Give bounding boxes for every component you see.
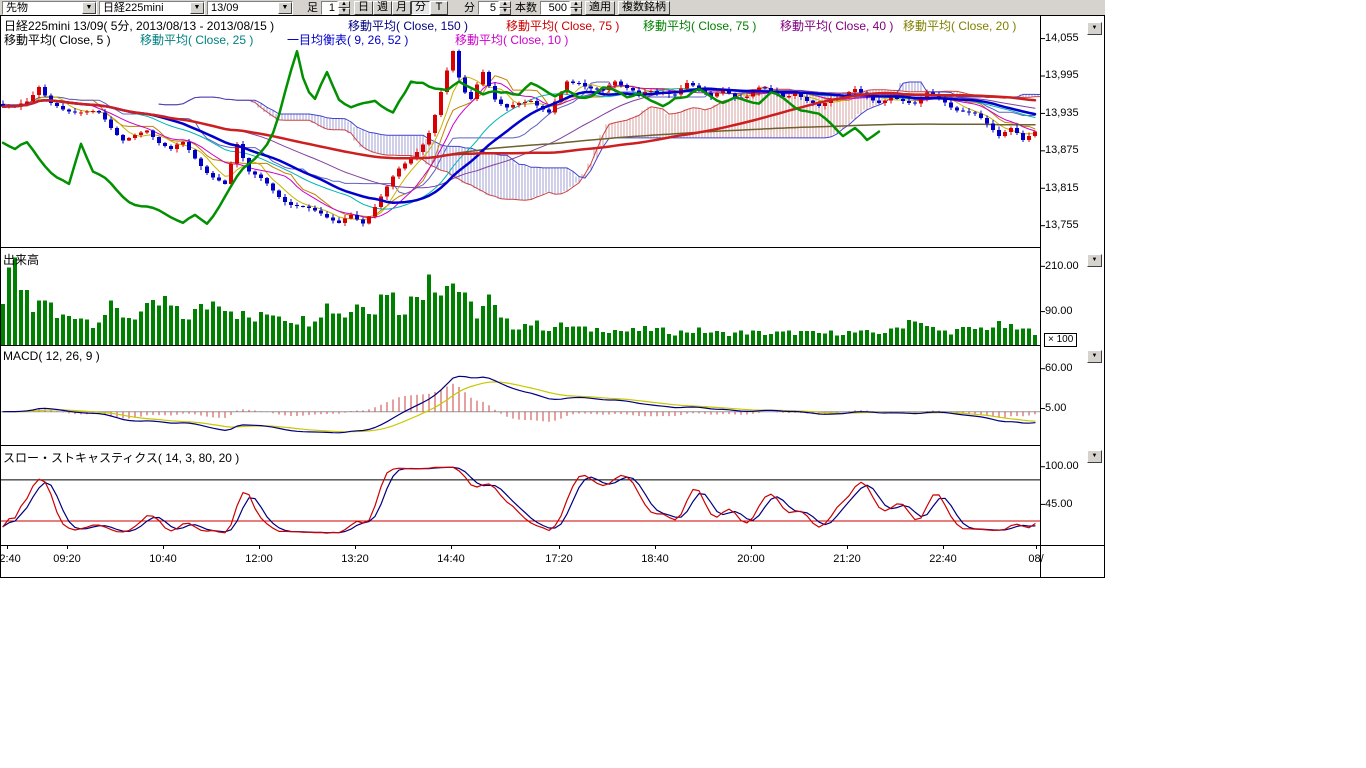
screen: 先物 ▼ 日経225mini ▼ 13/09 ▼ 足 1 ▲▼ 日週月分T 分 … (0, 0, 1366, 768)
contract-month-value: 13/09 (208, 2, 278, 14)
legend-item: 移動平均( Close, 10 ) (455, 34, 568, 47)
time-axis-tick-label: 21:20 (833, 553, 861, 565)
period-button-week[interactable]: 週 (373, 1, 392, 15)
bars-stepper[interactable]: 500 ▲▼ (540, 1, 582, 15)
bars-value: 500 (540, 1, 570, 15)
volume-axis-tick-label: 90.00 (1045, 305, 1091, 317)
time-axis-tick-label: 10:40 (149, 553, 177, 565)
legend-item: 移動平均( Close, 75 ) (506, 20, 619, 33)
legend-item: 移動平均( Close, 75 ) (643, 20, 756, 33)
time-axis-tick-label: 02:40 (0, 553, 21, 565)
price-axis-tick-label: 13,755 (1045, 219, 1091, 231)
price-axis-tick-label: 14,055 (1045, 32, 1091, 44)
symbol-select[interactable]: 日経225mini ▼ (99, 1, 205, 15)
time-axis-tick-label: 14:40 (437, 553, 465, 565)
multi-symbol-button[interactable]: 複数銘柄 (618, 1, 670, 15)
macd-axis-tick-label: 60.00 (1045, 362, 1091, 374)
stoch-axis-tick-label: 45.00 (1045, 498, 1091, 510)
period-button-month[interactable]: 月 (392, 1, 411, 15)
instrument-type-select[interactable]: 先物 ▼ (2, 1, 97, 15)
bars-label: 本数 (515, 2, 537, 14)
volume-panel-label: 出来高 (3, 251, 39, 268)
legend-item: 移動平均( Close, 25 ) (140, 34, 253, 47)
price-axis-tick-label: 13,875 (1045, 144, 1091, 156)
chevron-down-icon[interactable]: ▼ (82, 2, 96, 14)
time-axis-tick-label: 09:20 (53, 553, 81, 565)
time-axis-tick-label: 22:40 (929, 553, 957, 565)
time-axis-tick-label: 20:00 (737, 553, 765, 565)
symbol-value: 日経225mini (100, 2, 190, 14)
macd-axis-tick-label: 5.00 (1045, 402, 1091, 414)
legend-item: 移動平均( Close, 40 ) (780, 20, 893, 33)
interval-stepper[interactable]: 1 ▲▼ (321, 1, 350, 15)
period-button-minute[interactable]: 分 (411, 1, 430, 15)
time-axis-tick-label: 18:40 (641, 553, 669, 565)
legend-item: 日経225mini 13/09( 5分, 2013/08/13 - 2013/0… (4, 20, 274, 33)
stoch-panel-menu-button[interactable]: ▼ (1087, 450, 1102, 463)
legend-item: 一目均衡表( 9, 26, 52 ) (287, 34, 408, 47)
spinner-arrows-icon[interactable]: ▲▼ (338, 1, 350, 15)
spinner-arrows-icon[interactable]: ▲▼ (499, 1, 511, 15)
legend-item: 移動平均( Close, 5 ) (4, 34, 111, 47)
legend-item: 移動平均( Close, 150 ) (348, 20, 468, 33)
price-axis-tick-label: 13,935 (1045, 107, 1091, 119)
price-panel-menu-button[interactable]: ▼ (1087, 22, 1102, 35)
contract-month-select[interactable]: 13/09 ▼ (207, 1, 293, 15)
legend-item: 移動平均( Close, 20 ) (903, 20, 1016, 33)
volume-axis-tick-label: 210.00 (1045, 260, 1091, 272)
stochastics-panel-label: スロー・ストキャスティクス( 14, 3, 80, 20 ) (3, 449, 239, 466)
time-axis-tick-label: 17:20 (545, 553, 573, 565)
chevron-down-icon[interactable]: ▼ (190, 2, 204, 14)
minute-value: 5 (478, 1, 499, 15)
macd-panel-label: MACD( 12, 26, 9 ) (3, 349, 100, 363)
macd-panel-menu-button[interactable]: ▼ (1087, 350, 1102, 363)
minute-stepper[interactable]: 5 ▲▼ (478, 1, 511, 15)
chart-application-window: 先物 ▼ 日経225mini ▼ 13/09 ▼ 足 1 ▲▼ 日週月分T 分 … (0, 0, 1105, 578)
time-axis-tick-label: 13:20 (341, 553, 369, 565)
chart-canvas[interactable] (0, 0, 1105, 578)
time-axis-tick-label: 12:00 (245, 553, 273, 565)
period-button-day[interactable]: 日 (354, 1, 373, 15)
spinner-arrows-icon[interactable]: ▲▼ (570, 1, 582, 15)
toolbar: 先物 ▼ 日経225mini ▼ 13/09 ▼ 足 1 ▲▼ 日週月分T 分 … (0, 0, 1105, 15)
price-axis-tick-label: 13,995 (1045, 69, 1091, 81)
timeframe-label: 足 (307, 2, 318, 14)
volume-panel-menu-button[interactable]: ▼ (1087, 254, 1102, 267)
apply-button[interactable]: 適用 (585, 1, 615, 15)
price-axis-tick-label: 13,815 (1045, 182, 1091, 194)
period-button-group: 日週月分T (354, 1, 448, 15)
stoch-axis-tick-label: 100.00 (1045, 460, 1091, 472)
volume-multiplier-badge: × 100 (1044, 333, 1077, 347)
instrument-type-value: 先物 (3, 2, 82, 14)
interval-value: 1 (321, 1, 338, 15)
chevron-down-icon[interactable]: ▼ (278, 2, 292, 14)
period-button-tick[interactable]: T (430, 1, 448, 15)
time-axis-tick-label: 08/ (1028, 553, 1043, 565)
minute-unit-label: 分 (464, 2, 475, 14)
